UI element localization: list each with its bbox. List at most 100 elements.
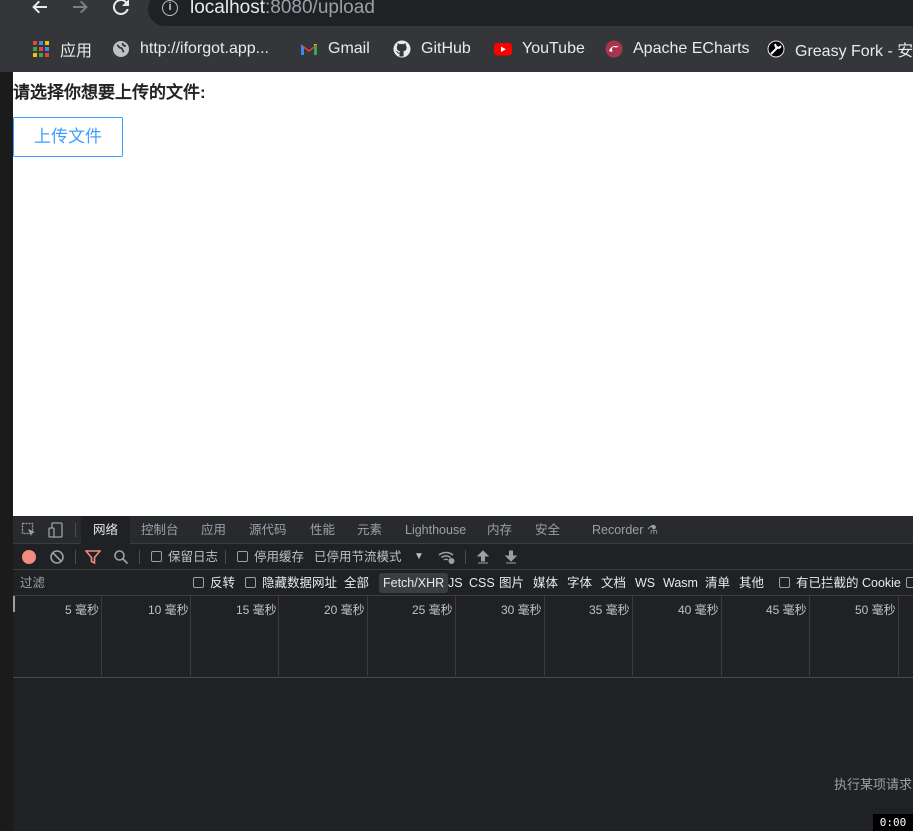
filter-icon[interactable] — [84, 549, 102, 565]
bookmark-echarts[interactable]: Apache ECharts — [605, 36, 750, 62]
timeline-tick-label: 50 毫秒 — [855, 603, 896, 617]
bookmark-gmail[interactable]: Gmail — [300, 36, 370, 62]
tab-lighthouse[interactable]: Lighthouse — [405, 516, 466, 544]
tab-recorder[interactable]: Recorder ⚗ — [592, 516, 658, 544]
youtube-icon — [494, 40, 512, 58]
filter-type-media[interactable]: 媒体 — [533, 570, 558, 596]
upload-prompt: 请选择你想要上传的文件: — [13, 83, 206, 102]
forward-arrow-icon[interactable] — [67, 0, 93, 20]
timeline-tick-label: 25 毫秒 — [412, 603, 453, 617]
devtools-panel: 网络 控制台 应用 源代码 性能 元素 Lighthouse 内存 安全 Rec… — [13, 516, 913, 831]
toolbar-separator — [465, 550, 466, 564]
timeline-tick-label: 15 毫秒 — [236, 603, 277, 617]
upload-file-button[interactable]: 上传文件 — [13, 117, 123, 157]
bookmark-github[interactable]: GitHub — [393, 36, 471, 62]
flask-icon: ⚗ — [646, 523, 659, 537]
timeline-gridline — [721, 596, 722, 678]
timeline-gridline — [898, 596, 899, 678]
timeline-gridline — [367, 596, 368, 678]
tab-elements[interactable]: 元素 — [357, 516, 382, 544]
tab-memory[interactable]: 内存 — [487, 516, 512, 544]
throttling-chevron-down-icon[interactable]: ▼ — [414, 544, 424, 570]
timeline-cursor — [13, 596, 15, 612]
bookmark-greasyfork[interactable]: Greasy Fork - 安 — [767, 36, 913, 62]
browser-chrome: i localhost:8080/upload 应用 http://iforgo… — [0, 0, 913, 72]
throttling-select[interactable]: 已停用节流模式 — [314, 544, 402, 570]
tab-separator — [75, 523, 76, 537]
globe-icon — [112, 40, 130, 58]
url-text[interactable]: localhost:8080/upload — [190, 0, 375, 19]
preserve-log-checkbox[interactable]: 保留日志 — [151, 544, 218, 570]
inspect-element-icon[interactable] — [21, 522, 37, 538]
timeline-gridline — [190, 596, 191, 678]
apps-grid-icon — [32, 40, 50, 58]
bookmarks-bar: 应用 http://iforgot.app... Gmail GitHub Yo… — [0, 36, 913, 62]
filter-type-ws[interactable]: WS — [635, 570, 655, 596]
greasyfork-icon — [767, 40, 785, 58]
filter-type-img[interactable]: 图片 — [499, 570, 524, 596]
network-timeline-overview[interactable]: 5 毫秒 10 毫秒 15 毫秒 20 毫秒 25 毫秒 30 毫秒 35 毫秒… — [13, 596, 913, 678]
hide-data-urls-checkbox[interactable]: 隐藏数据网址 — [245, 570, 337, 596]
timeline-tick-label: 10 毫秒 — [148, 603, 189, 617]
echarts-icon — [605, 40, 623, 58]
filter-type-fetch-xhr[interactable]: Fetch/XHR — [379, 573, 449, 593]
record-icon[interactable] — [21, 549, 37, 565]
timeline-tick-label: 5 毫秒 — [65, 603, 100, 617]
timeline-tick-label: 45 毫秒 — [766, 603, 807, 617]
import-har-icon[interactable] — [475, 549, 491, 565]
timeline-gridline — [278, 596, 279, 678]
toolbar-separator — [75, 550, 76, 564]
filter-type-font[interactable]: 字体 — [567, 570, 592, 596]
filter-type-all[interactable]: 全部 — [344, 570, 369, 596]
bookmark-apps[interactable]: 应用 — [32, 36, 92, 62]
blocked-cookies-checkbox[interactable]: 有已拦截的 Cookie — [779, 570, 901, 596]
page-viewport: 请选择你想要上传的文件: 上传文件 — [13, 72, 913, 516]
tab-performance[interactable]: 性能 — [310, 516, 335, 544]
blocked-requests-checkbox[interactable] — [906, 570, 913, 596]
tab-security[interactable]: 安全 — [535, 516, 560, 544]
network-toolbar: 保留日志 停用缓存 已停用节流模式 ▼ — [13, 544, 913, 570]
filter-type-css[interactable]: CSS — [469, 570, 495, 596]
search-icon[interactable] — [113, 549, 129, 565]
network-requests-empty-state: 执行某项请求或 — [13, 678, 913, 831]
timeline-gridline — [809, 596, 810, 678]
bookmark-iforgot[interactable]: http://iforgot.app... — [112, 36, 269, 62]
filter-input[interactable]: 过滤 — [20, 570, 45, 596]
tab-console[interactable]: 控制台 — [141, 516, 179, 544]
export-har-icon[interactable] — [503, 549, 519, 565]
timeline-tick-label: 30 毫秒 — [501, 603, 542, 617]
filter-type-other[interactable]: 其他 — [739, 570, 764, 596]
empty-state-hint: 执行某项请求或 — [833, 777, 913, 792]
filter-type-js[interactable]: JS — [448, 570, 463, 596]
timeline-gridline — [101, 596, 102, 678]
site-info-icon[interactable]: i — [162, 0, 178, 16]
tab-application[interactable]: 应用 — [201, 516, 226, 544]
filter-type-wasm[interactable]: Wasm — [663, 570, 698, 596]
devtools-tab-bar: 网络 控制台 应用 源代码 性能 元素 Lighthouse 内存 安全 Rec… — [13, 516, 913, 544]
timeline-gridline — [455, 596, 456, 678]
filter-type-doc[interactable]: 文档 — [601, 570, 626, 596]
bookmark-youtube[interactable]: YouTube — [494, 36, 585, 62]
tab-network[interactable]: 网络 — [81, 516, 131, 544]
filter-type-manifest[interactable]: 清单 — [705, 570, 730, 596]
timeline-tick-label: 40 毫秒 — [678, 603, 719, 617]
clear-icon[interactable] — [49, 549, 65, 565]
gmail-icon — [300, 40, 318, 58]
timeline-gridline — [632, 596, 633, 678]
back-arrow-icon[interactable] — [27, 0, 53, 20]
timeline-tick-label: 35 毫秒 — [589, 603, 630, 617]
invert-checkbox[interactable]: 反转 — [193, 570, 235, 596]
tab-sources[interactable]: 源代码 — [249, 516, 287, 544]
timeline-gridline — [544, 596, 545, 678]
recording-timer: 0:00 — [873, 814, 913, 831]
timeline-tick-label: 20 毫秒 — [324, 603, 365, 617]
reload-icon[interactable] — [108, 0, 134, 20]
disable-cache-checkbox[interactable]: 停用缓存 — [237, 544, 304, 570]
network-filter-bar: 过滤 反转 隐藏数据网址 全部 Fetch/XHR JS CSS 图片 媒体 字… — [13, 570, 913, 596]
window-edge — [0, 72, 13, 831]
toolbar-separator — [139, 550, 140, 564]
toolbar-separator — [225, 550, 226, 564]
device-toolbar-icon[interactable] — [48, 522, 64, 538]
network-conditions-icon[interactable] — [438, 549, 455, 565]
github-icon — [393, 40, 411, 58]
